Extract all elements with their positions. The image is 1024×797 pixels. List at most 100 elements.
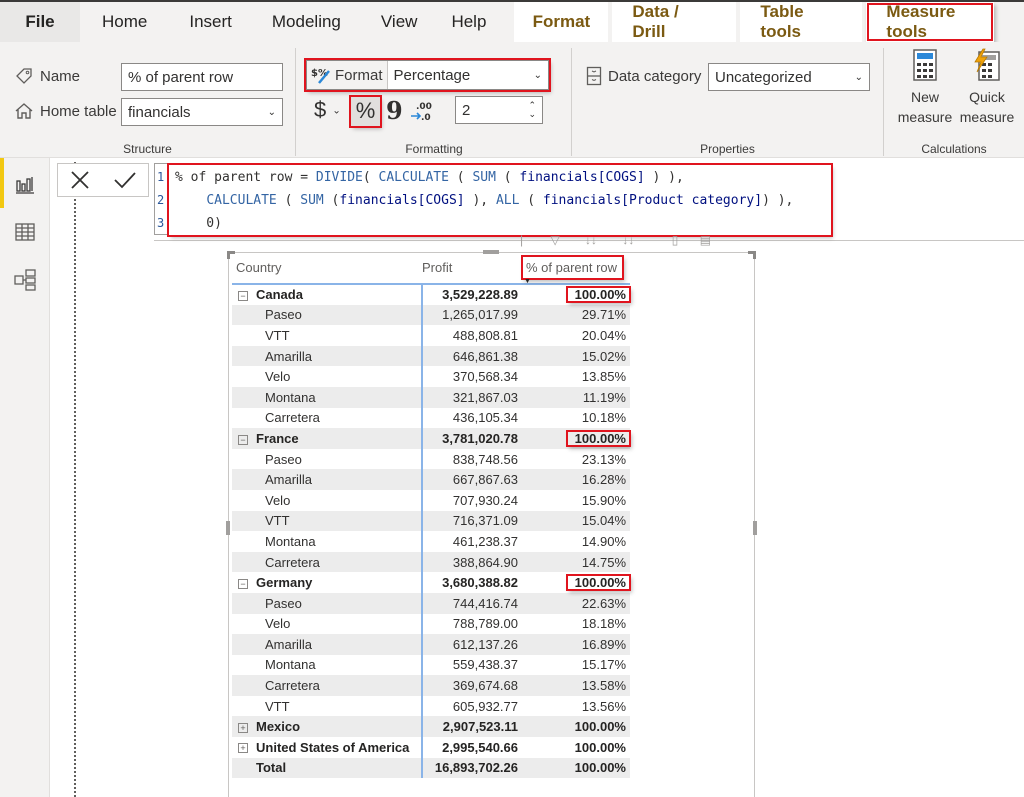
chevron-down-icon: ⌄ — [332, 105, 341, 117]
resize-handle[interactable] — [748, 251, 756, 259]
matrix-group-row[interactable]: − Germany 3,680,388.82 100.00% — [232, 572, 632, 593]
report-view-button[interactable] — [13, 172, 37, 196]
column-header-pct-parent-row[interactable]: % of parent row ▼ — [520, 252, 630, 285]
matrix-row[interactable]: Carretera 388,864.90 14.75% — [232, 551, 630, 573]
formula-line-2: CALCULATE ( SUM (financials[COGS] ), ALL… — [206, 193, 794, 208]
row-label: Carretera — [265, 678, 320, 694]
matrix-total-row[interactable]: Total 16,893,702.26 100.00% — [232, 757, 630, 779]
row-label: Canada — [256, 287, 303, 303]
tab-view[interactable]: View — [361, 2, 438, 42]
collapse-icon[interactable]: − — [238, 434, 248, 445]
matrix-row[interactable]: Velo 788,789.00 18.18% — [232, 613, 630, 635]
chevron-down-icon[interactable]: ⌄ — [528, 110, 536, 119]
format-dropdown[interactable]: Percentage ⌄ — [388, 67, 548, 84]
chevron-down-icon: ⌄ — [267, 106, 276, 118]
matrix-row[interactable]: VTT 605,932.77 13.56% — [232, 695, 630, 717]
matrix-row[interactable]: Carretera 369,674.68 13.58% — [232, 675, 630, 696]
matrix-group-row[interactable]: + United States of America 2,995,540.66 100… — [232, 737, 630, 758]
decrease-decimal-button[interactable]: .00.0 — [409, 99, 433, 123]
collapse-icon[interactable]: − — [238, 578, 248, 589]
matrix-row[interactable]: Montana 461,238.37 14.90% — [232, 531, 630, 552]
matrix-table: Country Profit % of parent row ▼ − Canada… — [232, 252, 632, 779]
pct-value: 100.00% — [574, 719, 626, 735]
line-number: 1 — [157, 170, 165, 184]
go-to-next-level-icon[interactable]: ↓↓ — [622, 233, 634, 247]
row-label: Carretera — [265, 410, 320, 426]
matrix-row[interactable]: Paseo 1,265,017.99 29.71% — [232, 304, 630, 326]
formula-line-1: % of parent row = DIVIDE( CALCULATE ( SU… — [175, 170, 684, 185]
row-label: Velo — [265, 492, 291, 508]
checkmark-icon[interactable] — [112, 168, 138, 192]
tab-format[interactable]: Format — [514, 2, 609, 42]
matrix-group-row[interactable]: − France 3,781,020.78 100.00% — [232, 428, 632, 449]
matrix-row[interactable]: Amarilla 646,861.38 15.02% — [232, 345, 630, 367]
pct-value: 16.89% — [581, 636, 626, 652]
tab-modeling[interactable]: Modeling — [252, 2, 361, 42]
matrix-row[interactable]: Montana 559,438.37 15.17% — [232, 654, 630, 676]
matrix-row[interactable]: Amarilla 612,137.26 16.89% — [232, 634, 630, 655]
matrix-group-row[interactable]: + Mexico 2,907,523.11 100.00% — [232, 716, 630, 738]
profit-cell: 559,438.37 — [452, 657, 518, 673]
matrix-row[interactable]: VTT 716,371.09 15.04% — [232, 510, 630, 532]
matrix-row[interactable]: Paseo 744,416.74 22.63% — [232, 592, 630, 614]
data-category-value: Uncategorized — [715, 68, 812, 86]
dax-formula-text[interactable]: % of parent row = DIVIDE( CALCULATE ( SU… — [167, 163, 833, 237]
structure-group-label: Structure — [123, 142, 172, 156]
data-category-dropdown[interactable]: Uncategorized ⌄ — [708, 63, 870, 91]
drill-down-icon[interactable]: ▽ — [550, 233, 559, 247]
expand-icon[interactable]: + — [238, 743, 248, 754]
profit-cell: 2,907,523.11 — [422, 716, 522, 738]
properties-group: Data category Uncategorized ⌄ Properties — [572, 42, 883, 158]
profit-cell: 605,932.77 — [452, 698, 518, 714]
matrix-row[interactable]: Velo 370,568.34 13.85% — [232, 366, 630, 387]
new-measure-button[interactable]: New measure — [892, 48, 958, 127]
model-view-button[interactable] — [13, 268, 37, 292]
percent-button[interactable]: % — [349, 95, 382, 128]
column-header-profit[interactable]: Profit — [422, 252, 522, 285]
active-view-indicator — [0, 158, 4, 208]
name-input[interactable]: % of parent row — [121, 63, 283, 91]
tab-help[interactable]: Help — [437, 2, 510, 42]
matrix-row[interactable]: Montana 321,867.03 11.19% — [232, 386, 630, 408]
row-label-cell: Amarilla — [232, 469, 423, 490]
row-label-cell: Carretera — [232, 407, 423, 429]
pct-value: 22.63% — [581, 595, 626, 611]
focus-mode-icon[interactable]: ▤ — [700, 233, 711, 247]
row-label: Mexico — [256, 719, 301, 735]
row-label-cell: Velo — [232, 366, 423, 387]
collapse-icon[interactable]: − — [238, 290, 248, 301]
expand-next-level-icon[interactable]: ↓↓ — [585, 233, 597, 247]
expand-icon[interactable]: + — [238, 722, 248, 733]
matrix-group-row[interactable]: − Canada 3,529,228.89 100.00% — [232, 284, 632, 305]
matrix-row[interactable]: Amarilla 667,867.63 16.28% — [232, 469, 630, 490]
pct-value: 15.17% — [581, 657, 626, 673]
tab-home[interactable]: Home — [80, 2, 169, 42]
resize-handle[interactable] — [753, 521, 757, 535]
decimal-places-stepper[interactable]: 2 ⌃ ⌄ — [455, 96, 543, 124]
formula-editor[interactable]: 1 2 3 % of parent row = DIVIDE( CALCULAT… — [154, 163, 1024, 241]
tab-measure-tools[interactable]: Measure tools — [866, 2, 995, 42]
currency-button[interactable]: $ ⌄ — [314, 97, 341, 123]
home-table-dropdown[interactable]: financials ⌄ — [121, 98, 283, 126]
tab-file[interactable]: File — [0, 2, 80, 42]
column-header-country[interactable]: Country — [232, 252, 422, 285]
row-label-cell: Amarilla — [232, 345, 423, 367]
matrix-row[interactable]: Paseo 838,748.56 23.13% — [232, 448, 630, 470]
resize-handle[interactable] — [226, 521, 230, 535]
filter-icon[interactable]: ▯ — [672, 233, 679, 247]
matrix-row[interactable]: Velo 707,930.24 15.90% — [232, 489, 630, 511]
tab-data-drill[interactable]: Data / Drill — [612, 2, 737, 42]
matrix-row[interactable]: Carretera 436,105.34 10.18% — [232, 407, 630, 429]
matrix-row[interactable]: VTT 488,808.81 20.04% — [232, 325, 630, 346]
row-label: Montana — [265, 389, 316, 405]
pct-parent-row-cell: 15.02% — [522, 345, 630, 367]
pct-value: 16.28% — [581, 472, 626, 488]
close-icon[interactable] — [68, 168, 92, 192]
tab-table-tools[interactable]: Table tools — [740, 2, 863, 42]
tab-insert[interactable]: Insert — [169, 2, 252, 42]
quick-measure-button[interactable]: Quick measure — [954, 48, 1020, 127]
row-label-cell: Amarilla — [232, 634, 423, 655]
data-view-button[interactable] — [13, 220, 37, 244]
comma-style-button[interactable]: 9 — [386, 97, 403, 125]
profit-cell: 1,265,017.99 — [422, 304, 522, 326]
